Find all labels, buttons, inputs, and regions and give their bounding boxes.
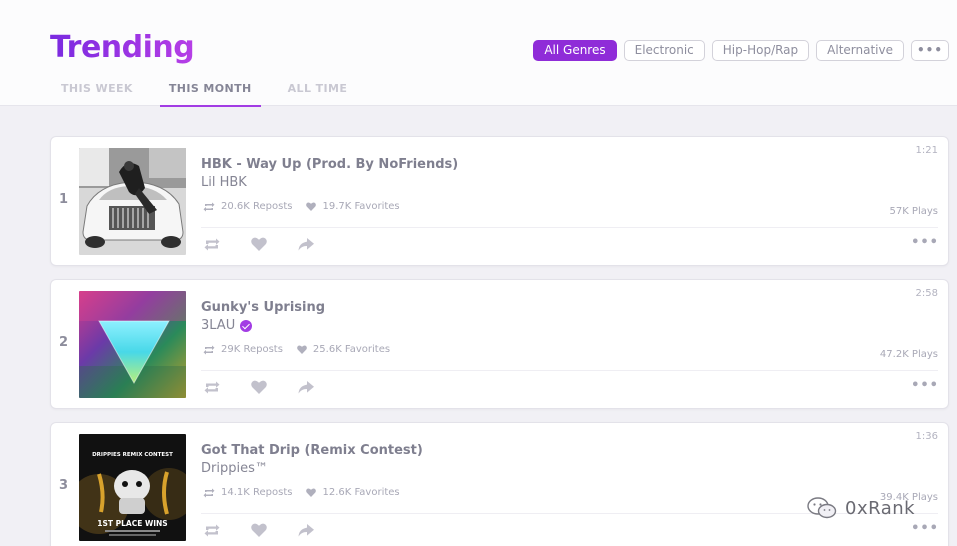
- repost-count: 29K Reposts: [203, 344, 283, 355]
- car-artwork-image: [79, 148, 186, 255]
- track-artist[interactable]: 3LAU: [201, 318, 253, 333]
- art-footer: 1ST PLACE WINS: [97, 519, 167, 528]
- verified-check-icon: [240, 319, 253, 332]
- card-divider: [201, 227, 938, 228]
- watermark-text: 0xRank: [845, 497, 916, 519]
- heart-icon: [251, 523, 267, 537]
- repost-button[interactable]: [203, 522, 221, 538]
- track-actions: [203, 379, 344, 395]
- favorite-count: 19.7K Favorites: [306, 201, 400, 212]
- track-card[interactable]: 2 Gunky's Uprising 3LAU 29K Reposts 25.6…: [50, 279, 949, 409]
- track-card[interactable]: 1 HBK - Way Up (Prod. By NoFriends) Lil …: [50, 136, 949, 266]
- track-rank: 1: [59, 192, 69, 207]
- tab-this-week[interactable]: THIS WEEK: [52, 82, 142, 106]
- artist-name: 3LAU: [201, 318, 236, 333]
- repost-icon: [204, 524, 220, 536]
- track-plays: 47.2K Plays: [879, 349, 938, 360]
- repost-count-label: 29K Reposts: [221, 344, 283, 355]
- repost-count-label: 14.1K Reposts: [221, 487, 293, 498]
- repost-icon: [203, 345, 215, 354]
- favorite-button[interactable]: [250, 522, 268, 538]
- track-card[interactable]: 3 DRIPPIES REMIX CONTEST 1ST PLACE WINS …: [50, 422, 949, 546]
- share-button[interactable]: [297, 379, 315, 395]
- heart-icon: [251, 380, 267, 394]
- more-options-button[interactable]: •••: [911, 235, 939, 250]
- tab-this-month[interactable]: THIS MONTH: [159, 82, 261, 107]
- heart-icon: [306, 202, 317, 211]
- artist-name: Drippies™: [201, 461, 268, 476]
- genre-hiphop-button[interactable]: Hip-Hop/Rap: [711, 40, 810, 61]
- heart-icon: [297, 345, 307, 354]
- heart-icon: [251, 237, 267, 251]
- favorite-count-label: 25.6K Favorites: [312, 344, 391, 355]
- track-artwork[interactable]: DRIPPIES REMIX CONTEST 1ST PLACE WINS: [79, 434, 186, 541]
- repost-icon: [204, 238, 220, 250]
- heart-icon: [306, 488, 317, 497]
- share-icon: [298, 380, 314, 393]
- track-duration: 1:21: [915, 145, 938, 156]
- repost-count-label: 20.6K Reposts: [221, 201, 293, 212]
- drippies-artwork-image: DRIPPIES REMIX CONTEST 1ST PLACE WINS: [79, 434, 186, 541]
- track-duration: 2:58: [915, 288, 938, 299]
- track-stats: 14.1K Reposts 12.6K Favorites: [203, 487, 414, 498]
- wechat-icon: [807, 497, 837, 519]
- track-artist[interactable]: Lil HBK: [201, 175, 247, 190]
- favorite-button[interactable]: [250, 236, 268, 252]
- track-rank: 2: [59, 335, 69, 350]
- more-options-button[interactable]: •••: [911, 521, 939, 536]
- more-options-button[interactable]: •••: [911, 378, 939, 393]
- share-button[interactable]: [297, 522, 315, 538]
- track-title[interactable]: HBK - Way Up (Prod. By NoFriends): [201, 157, 458, 172]
- art-heading: DRIPPIES REMIX CONTEST: [92, 452, 173, 458]
- track-actions: [203, 236, 344, 252]
- watermark: 0xRank: [807, 496, 915, 520]
- page-title: Trending: [50, 30, 195, 65]
- favorite-count-label: 19.7K Favorites: [322, 201, 400, 212]
- track-title[interactable]: Got That Drip (Remix Contest): [201, 443, 423, 458]
- track-actions: [203, 522, 344, 538]
- page-header: Trending THIS WEEK THIS MONTH ALL TIME A…: [0, 0, 957, 107]
- triangle-artwork-image: [79, 291, 186, 398]
- repost-count: 20.6K Reposts: [203, 201, 292, 212]
- share-icon: [298, 523, 314, 536]
- repost-icon: [204, 381, 220, 393]
- track-title[interactable]: Gunky's Uprising: [201, 300, 325, 315]
- genre-filters: All Genres Electronic Hip-Hop/Rap Altern…: [526, 40, 949, 61]
- genre-all-button[interactable]: All Genres: [533, 40, 617, 61]
- card-divider: [201, 370, 938, 371]
- track-stats: 29K Reposts 25.6K Favorites: [203, 344, 404, 355]
- favorite-button[interactable]: [250, 379, 268, 395]
- track-duration: 1:36: [915, 431, 938, 442]
- artist-name: Lil HBK: [201, 175, 247, 190]
- genre-more-button[interactable]: •••: [911, 40, 949, 61]
- track-stats: 20.6K Reposts 19.7K Favorites: [203, 201, 414, 212]
- repost-count: 14.1K Reposts: [203, 487, 292, 498]
- genre-alternative-button[interactable]: Alternative: [816, 40, 904, 61]
- track-plays: 57K Plays: [889, 206, 938, 217]
- repost-icon: [203, 202, 215, 211]
- favorite-count-label: 12.6K Favorites: [322, 487, 400, 498]
- track-artist[interactable]: Drippies™: [201, 461, 268, 476]
- favorite-count: 12.6K Favorites: [306, 487, 400, 498]
- share-icon: [298, 237, 314, 250]
- track-rank: 3: [59, 478, 69, 493]
- period-tabs: THIS WEEK THIS MONTH ALL TIME: [52, 82, 374, 107]
- favorite-count: 25.6K Favorites: [297, 344, 390, 355]
- repost-button[interactable]: [203, 379, 221, 395]
- share-button[interactable]: [297, 236, 315, 252]
- tab-all-time[interactable]: ALL TIME: [279, 82, 357, 106]
- track-artwork[interactable]: [79, 291, 186, 398]
- genre-electronic-button[interactable]: Electronic: [623, 40, 705, 61]
- track-artwork[interactable]: [79, 148, 186, 255]
- repost-button[interactable]: [203, 236, 221, 252]
- repost-icon: [203, 488, 215, 497]
